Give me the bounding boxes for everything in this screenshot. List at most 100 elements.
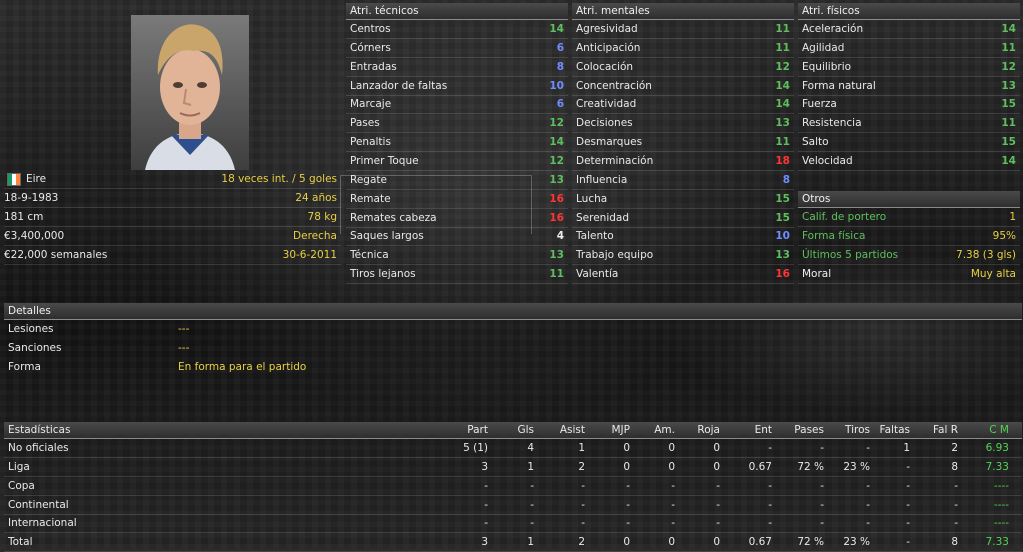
mentales-value: 16 [775,268,790,281]
stats-cell: - [954,479,958,492]
stats-cell: 0.67 [748,460,772,473]
stats-cell: - [866,479,870,492]
otros-label: Calif. de portero [802,211,887,223]
tecnicos-value: 6 [556,41,564,54]
stats-cell: - [906,460,910,473]
fisicos-label: Velocidad [802,154,853,167]
mentales-label: Lucha [576,192,608,205]
stats-col-header[interactable]: Pases [794,422,824,438]
stats-col-header[interactable]: Ent [755,422,772,438]
mentales-row: Desmarques 11 [572,133,794,153]
tecnicos-label: Pases [350,117,380,130]
contract-value: 30-6-2011 [282,249,337,261]
tecnicos-label: Córners [350,41,391,54]
tecnicos-row: Entradas 8 [346,58,568,77]
tecnicos-label: Centros [350,23,391,35]
detalles-label: Sanciones [8,341,62,354]
stats-cell: 0 [713,442,720,454]
player-wage-row: €22,000 semanales 30-6-2011 [4,246,341,265]
stats-cell: 5 (1) [463,442,488,454]
mentales-row: Colocación 12 [572,58,794,77]
mentales-label: Decisiones [576,117,633,130]
fisicos-value: 11 [1001,117,1016,130]
tecnicos-row: Primer Toque 12 [346,152,568,171]
tecnicos-row: Saques largos 4 [346,227,568,247]
stats-cell: 1 [903,442,910,454]
stats-cell: - [768,498,772,511]
stats-cell: - [671,479,675,492]
detalles-value: --- [178,341,190,354]
stats-cell: 0 [668,460,675,473]
fisicos-row: Aceleración 14 [798,20,1020,39]
player-photo [131,15,249,170]
mentales-label: Talento [576,230,614,243]
stats-cell: 0 [623,442,630,454]
detalles-row: Forma En forma para el partido [4,358,1022,377]
detalles-row: Lesiones --- [4,320,1022,339]
tecnicos-row: Remates cabeza 16 [346,209,568,228]
detalles-label: Lesiones [8,323,54,335]
stats-cell: 3 [481,460,488,473]
mentales-row: Concentración 14 [572,77,794,96]
fisicos-label: Equilibrio [802,60,852,73]
stats-cell: - [768,479,772,492]
detalles-header: Detalles [4,303,1022,320]
stats-col-header[interactable]: Asist [560,422,585,438]
stats-col-header[interactable]: Faltas [880,422,910,438]
tecnicos-value: 12 [549,117,564,130]
detalles-value: --- [178,323,190,335]
mentales-label: Agresividad [576,23,638,35]
stats-cell: 2 [951,442,958,454]
stats-cell: - [484,498,488,511]
mentales-value: 13 [775,249,790,262]
stats-row-label: Liga [8,460,30,473]
fisicos-row: Salto 15 [798,133,1020,153]
tecnicos-label: Regate [350,173,387,186]
detalles-row: Sanciones --- [4,339,1022,358]
tecnicos-row: Lanzador de faltas 10 [346,77,568,96]
stats-cell: - [820,479,824,492]
tecnicos-label: Marcaje [350,98,392,111]
mentales-row: Serenidad 15 [572,209,794,228]
mentales-row: Lucha 15 [572,190,794,209]
transfer-value: €3,400,000 [4,230,65,242]
mentales-value: 14 [775,79,790,92]
mentales-row: Influencia 8 [572,171,794,190]
stats-col-header[interactable]: Gls [517,422,534,438]
otros-row: Últimos 5 partidos 7.38 (3 gls) [798,246,1020,265]
otros-value: 7.38 (3 gls) [956,248,1016,261]
fisicos-label: Aceleración [802,23,864,35]
fisicos-row: Velocidad 14 [798,152,1020,171]
stats-cell: - [484,517,488,530]
fisicos-row: Agilidad 11 [798,39,1020,58]
tecnicos-value: 14 [549,136,564,149]
fisicos-label: Resistencia [802,117,862,130]
tecnicos-label: Penaltis [350,136,391,149]
tecnicos-label: Primer Toque [350,154,419,167]
fisicos-row: Forma natural 13 [798,77,1020,96]
stats-cell: 8 [951,460,958,473]
stats-cell: 2 [578,460,585,473]
stats-col-header[interactable]: Am. [654,422,675,438]
fisicos-row: Resistencia 11 [798,114,1020,134]
caps-value: 18 veces int. / 5 goles [221,173,337,185]
stats-cell: 0 [668,442,675,454]
fisicos-value: 14 [1001,23,1016,35]
tecnicos-row: Penaltis 14 [346,133,568,153]
stats-cell: - [866,498,870,511]
dob-value: 18-9-1983 [4,192,59,204]
tecnicos-row: Técnica 13 [346,246,568,266]
tecnicos-row: Tiros lejanos 11 [346,265,568,285]
stats-col-header[interactable]: C M [989,422,1009,438]
stats-col-header[interactable]: MJP [612,422,631,438]
stats-col-header[interactable]: Roja [697,422,720,438]
stats-col-header[interactable]: Tiros [845,422,870,438]
mentales-row: Valentía 16 [572,265,794,285]
stats-col-header[interactable]: Part [467,422,488,438]
stats-col-header[interactable]: Fal R [933,422,958,438]
fisicos-value: 15 [1001,136,1016,149]
stats-title: Estadísticas [8,424,71,436]
tecnicos-row: Pases 12 [346,114,568,134]
otros-value: 95% [992,229,1016,242]
mentales-label: Anticipación [576,41,641,54]
